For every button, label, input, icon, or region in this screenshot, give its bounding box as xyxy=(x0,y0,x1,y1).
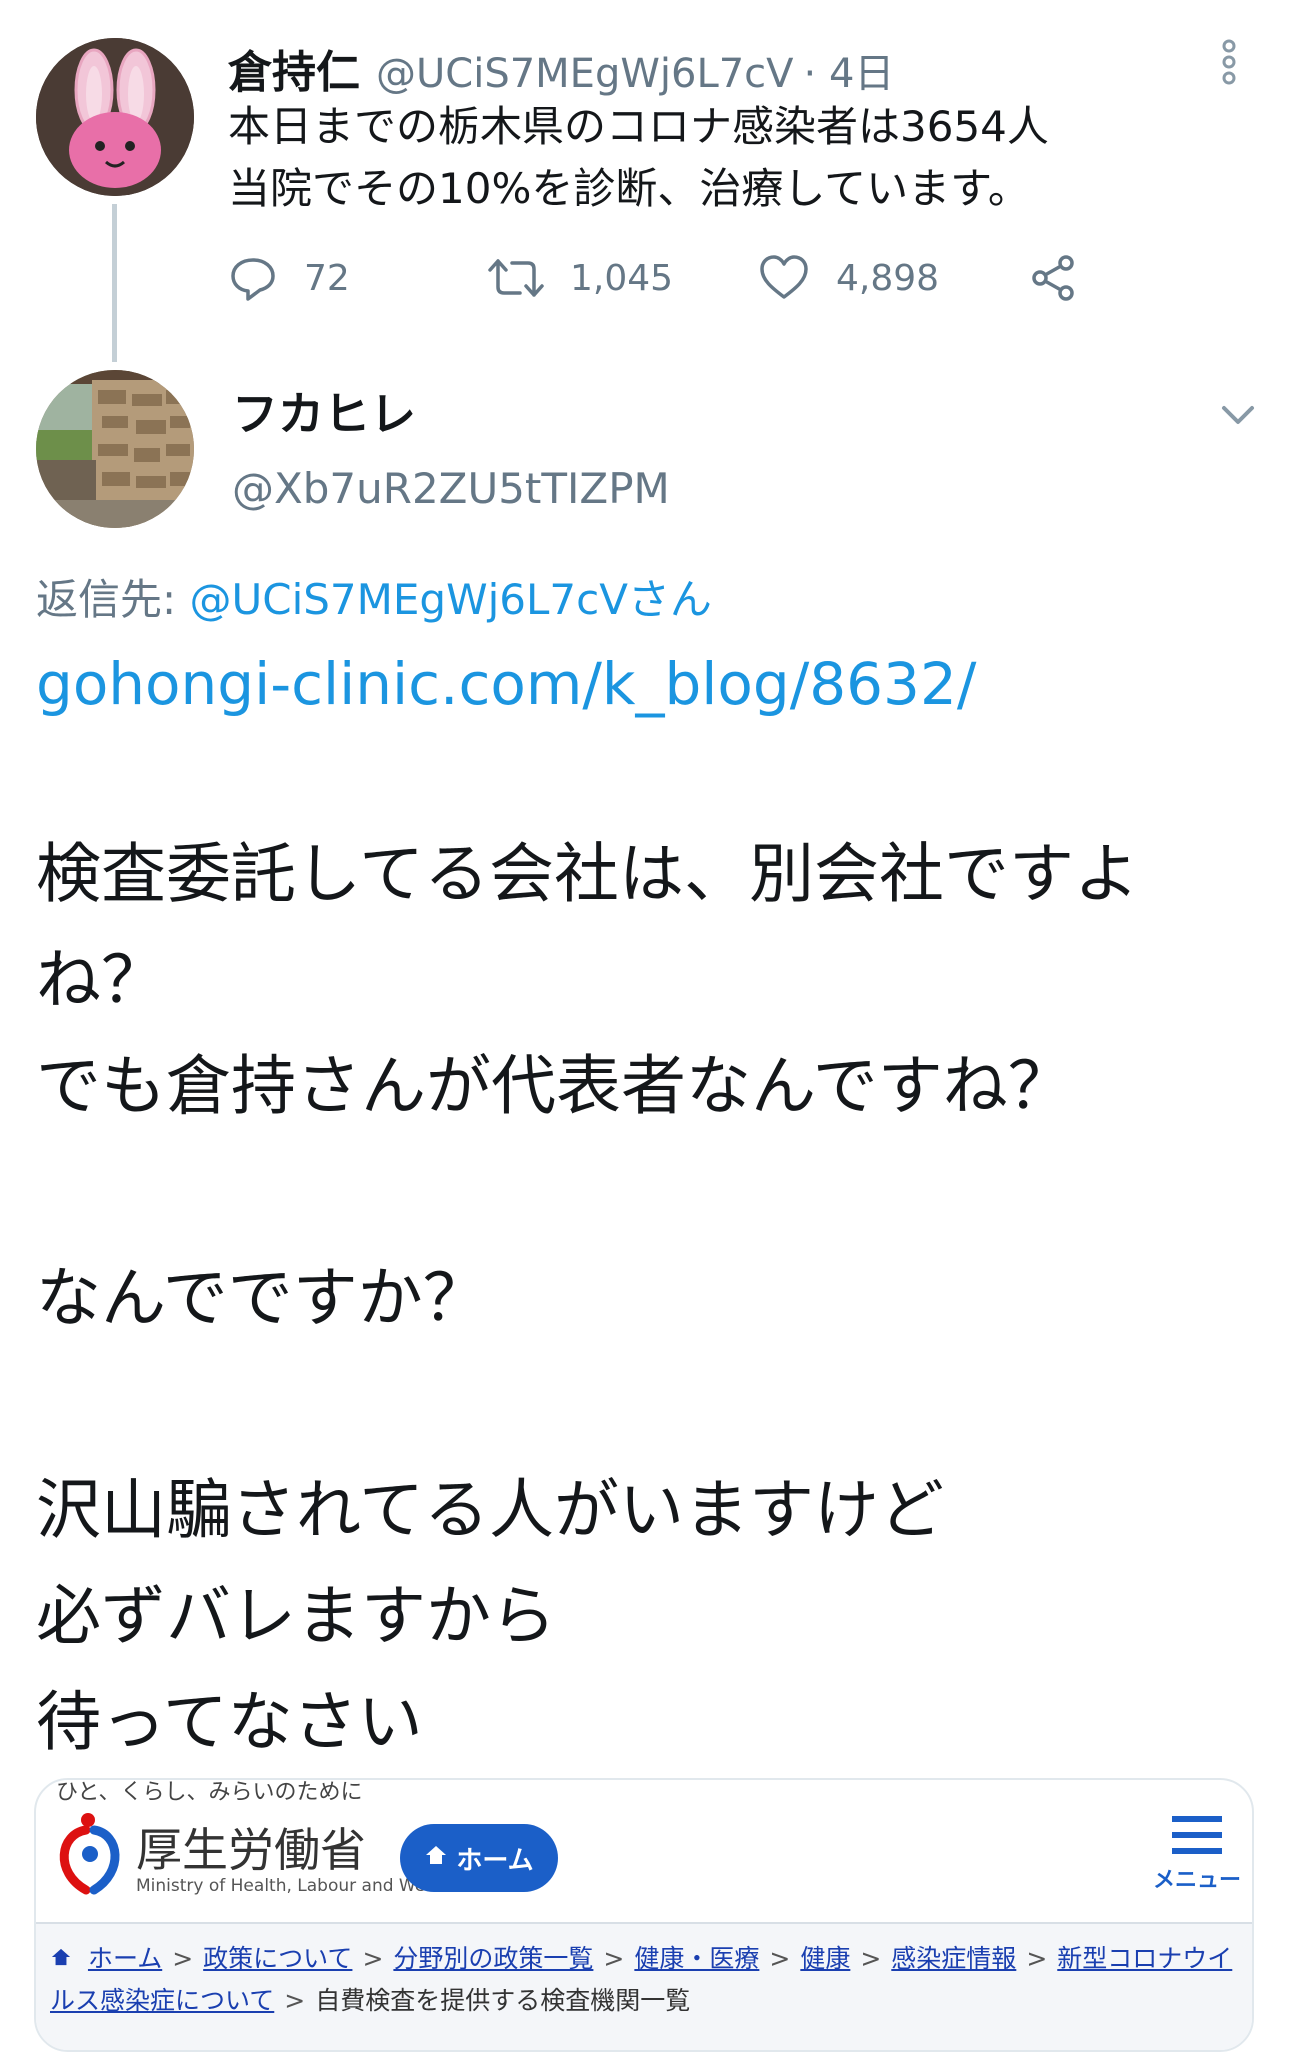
like-action[interactable]: 4,898 xyxy=(758,248,939,308)
ministry-logo-icon xyxy=(48,1810,128,1900)
retweet-icon xyxy=(488,259,544,297)
reply-body-text: 検査委託してる会社は、別会社ですよ ね？ でも倉持さんが代表者なんですね？ なん… xyxy=(36,837,1140,1760)
breadcrumb-separator: > xyxy=(362,1944,384,1973)
parent-tweet-text: 本日までの栃木県のコロナ感染者は3654人 当院でその10%を診断、治療していま… xyxy=(228,102,1049,213)
parent-more-menu-icon[interactable] xyxy=(1214,38,1244,86)
breadcrumb-separator: > xyxy=(769,1944,791,1973)
heart-icon xyxy=(760,255,808,299)
reply-url-link[interactable]: gohongi-clinic.com/k_blog/8632/ xyxy=(36,650,976,718)
like-count: 4,898 xyxy=(836,257,940,299)
ministry-home-button[interactable]: ホーム xyxy=(400,1824,558,1892)
breadcrumb-link[interactable]: 健康・医療 xyxy=(634,1944,759,1973)
woodpile-avatar-image xyxy=(36,370,194,528)
reply-to-handle-link[interactable]: @UCiS7MEgWj6L7cVさん xyxy=(190,575,712,624)
reply-to-line: 返信先: @UCiS7MEgWj6L7cVさん xyxy=(36,566,712,627)
hamburger-menu-button[interactable]: メニュー xyxy=(1152,1814,1242,1898)
breadcrumb-separator: > xyxy=(860,1944,882,1973)
chevron-down-icon[interactable] xyxy=(1218,400,1258,430)
ministry-tagline: ひと、くらし、みらいのために xyxy=(56,1780,363,1805)
parent-handle[interactable]: @UCiS7MEgWj6L7cV xyxy=(376,51,794,97)
retweet-count: 1,045 xyxy=(570,257,674,299)
reply-avatar[interactable] xyxy=(36,370,194,528)
share-action[interactable] xyxy=(1028,248,1104,308)
bunny-avatar-image xyxy=(36,38,194,196)
reply-to-label: 返信先: xyxy=(36,575,190,624)
breadcrumb-separator: > xyxy=(284,1986,306,2015)
breadcrumb-separator: > xyxy=(603,1944,625,1973)
retweet-action[interactable]: 1,045 xyxy=(488,248,673,308)
reply-display-name[interactable]: フカヒレ xyxy=(232,378,416,444)
parent-avatar[interactable] xyxy=(36,38,194,196)
ministry-name[interactable]: 厚生労働省 xyxy=(136,1814,366,1880)
breadcrumb-link[interactable]: ホーム xyxy=(88,1944,162,1973)
parent-action-bar: 72 1,045 4,898 xyxy=(228,248,1128,308)
breadcrumb-link[interactable]: 感染症情報 xyxy=(891,1944,1016,1973)
reply-handle[interactable]: @Xb7uR2ZU5tTIZPM xyxy=(232,464,670,513)
reply-count: 72 xyxy=(304,257,350,299)
breadcrumb-current: 自費検査を提供する検査機関一覧 xyxy=(315,1986,691,2015)
share-icon xyxy=(1032,255,1074,301)
parent-tweet-header: 倉持仁 @UCiS7MEgWj6L7cV · 4日 xyxy=(228,36,1228,98)
home-button-label: ホーム xyxy=(456,1845,534,1876)
breadcrumb: ホーム > 政策について > 分野別の政策一覧 > 健康・医療 > 健康 > 感染症情報 > 新型コロナ… xyxy=(36,1922,1252,2050)
thread-connector-line xyxy=(112,204,117,362)
reply-icon xyxy=(231,258,275,301)
breadcrumb-home-icon xyxy=(50,1944,80,1973)
hamburger-icon xyxy=(1172,1816,1222,1854)
parent-timestamp[interactable]: · 4日 xyxy=(804,41,895,99)
parent-display-name[interactable]: 倉持仁 xyxy=(228,36,360,100)
home-icon xyxy=(424,1843,448,1873)
breadcrumb-link[interactable]: 健康 xyxy=(800,1944,850,1973)
embedded-image-card[interactable]: ひと、くらし、みらいのために 厚生労働省 Ministry of Health,… xyxy=(34,1778,1254,2052)
reply-action[interactable]: 72 xyxy=(228,248,350,308)
breadcrumb-separator: > xyxy=(172,1944,194,1973)
menu-label: メニュー xyxy=(1152,1868,1241,1893)
breadcrumb-link[interactable]: 分野別の政策一覧 xyxy=(393,1944,593,1973)
breadcrumb-link[interactable]: 政策について xyxy=(203,1944,352,1973)
breadcrumb-separator: > xyxy=(1026,1944,1048,1973)
